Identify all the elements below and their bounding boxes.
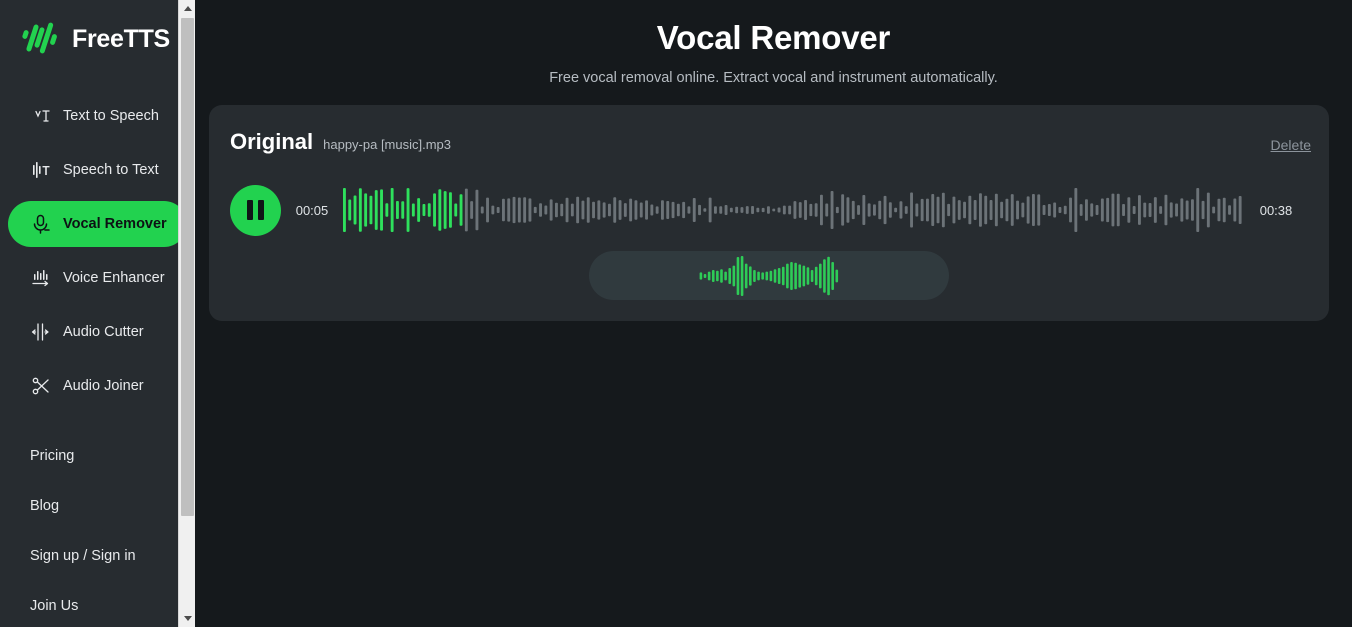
preview-playback-box[interactable] xyxy=(589,251,949,300)
page-title: Vocal Remover xyxy=(656,19,891,56)
brand-logo[interactable]: FreeTTS xyxy=(0,0,195,58)
sidebar-item-audio-cutter[interactable]: Audio Cutter xyxy=(8,309,187,355)
sidebar-item-sign-up-sign-in[interactable]: Sign up / Sign in xyxy=(0,531,195,581)
scrollbar-thumb[interactable] xyxy=(181,18,194,516)
original-audio-card: Original happy-pa [music].mp3 Delete 00:… xyxy=(209,105,1329,321)
freetts-waveform-logo-icon xyxy=(22,22,60,56)
sidebar-item-text-to-speech[interactable]: Text to Speech xyxy=(8,93,187,139)
sidebar-links: Pricing Blog Sign up / Sign in Join Us xyxy=(0,431,195,627)
sidebar-item-pricing[interactable]: Pricing xyxy=(0,431,195,481)
sidebar-link-label: Join Us xyxy=(30,598,79,614)
sidebar-item-label: Audio Joiner xyxy=(63,378,144,394)
scroll-up-arrow-icon[interactable] xyxy=(179,0,195,17)
sidebar-link-label: Sign up / Sign in xyxy=(30,548,136,564)
speech-to-text-icon xyxy=(30,159,52,181)
brand-name: FreeTTS xyxy=(72,24,170,53)
sidebar-item-join-us[interactable]: Join Us xyxy=(0,581,195,627)
audio-player: 00:05 00:38 xyxy=(230,181,1308,239)
sidebar-item-voice-enhancer[interactable]: Voice Enhancer xyxy=(8,255,187,301)
page-subtitle: Free vocal removal online. Extract vocal… xyxy=(549,70,998,86)
sidebar-item-vocal-remover[interactable]: Vocal Remover xyxy=(8,201,187,247)
sidebar-item-label: Speech to Text xyxy=(63,162,159,178)
microphone-icon xyxy=(30,213,52,235)
sidebar-scrollbar[interactable] xyxy=(178,0,195,627)
sidebar-item-label: Voice Enhancer xyxy=(63,270,165,286)
waveform-icon xyxy=(343,188,1242,232)
sidebar-item-blog[interactable]: Blog xyxy=(0,481,195,531)
audio-filename: happy-pa [music].mp3 xyxy=(323,137,452,152)
voice-enhancer-icon xyxy=(30,267,52,289)
sidebar-link-label: Blog xyxy=(30,498,60,514)
pause-icon xyxy=(247,200,264,220)
sidebar-item-label: Text to Speech xyxy=(63,108,159,124)
duration-label: 00:38 xyxy=(1259,202,1293,218)
sidebar-item-audio-joiner[interactable]: Audio Joiner xyxy=(8,363,187,409)
sidebar-link-label: Pricing xyxy=(30,448,75,464)
sidebar-item-label: Vocal Remover xyxy=(63,216,167,232)
audio-cutter-icon xyxy=(30,321,52,343)
sidebar-nav: Text to Speech Speech to Text Vocal Remo… xyxy=(0,93,195,409)
waveform-seekbar[interactable] xyxy=(343,188,1244,232)
delete-button[interactable]: Delete xyxy=(1271,137,1311,153)
app-root: FreeTTS Text to Speech Speech to Text Vo… xyxy=(0,0,1352,627)
scroll-down-arrow-icon[interactable] xyxy=(179,610,195,627)
current-time-label: 00:05 xyxy=(295,202,329,218)
preview-waveform-icon xyxy=(699,255,839,296)
scissors-icon xyxy=(30,375,52,397)
card-title: Original xyxy=(230,129,314,154)
text-to-speech-icon xyxy=(30,105,52,127)
sidebar-item-label: Audio Cutter xyxy=(63,324,144,340)
card-header: Original happy-pa [music].mp3 xyxy=(209,105,1329,155)
pause-button[interactable] xyxy=(230,184,281,236)
main-content: Vocal Remover Free vocal removal online.… xyxy=(195,0,1352,627)
sidebar-item-speech-to-text[interactable]: Speech to Text xyxy=(8,147,187,193)
sidebar: FreeTTS Text to Speech Speech to Text Vo… xyxy=(0,0,195,627)
